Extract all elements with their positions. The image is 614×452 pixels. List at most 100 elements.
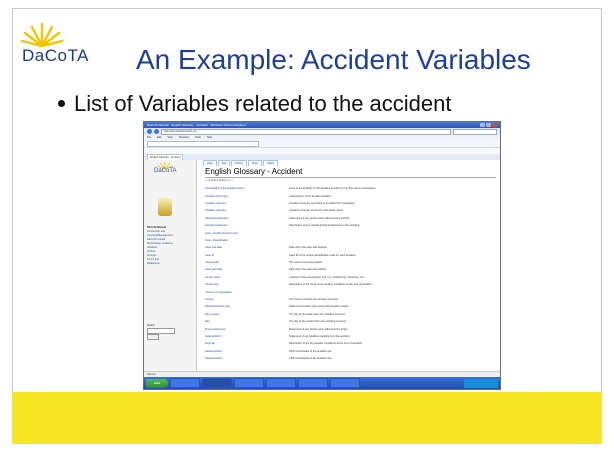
term-definition: Description of the fog weather condition… [289, 342, 362, 346]
term-definition: The day of the month when the accident o… [289, 320, 346, 324]
table-row: Area - Classification [205, 237, 496, 244]
term-definition: Determines if any drivers were influence… [289, 327, 348, 331]
term-definition: Level of accessibility to the accident l… [289, 187, 376, 191]
table-row: Day of week The day of the week when the … [205, 311, 496, 318]
site-search-button[interactable] [147, 334, 159, 340]
tab-watch[interactable]: Watch [263, 160, 279, 166]
embedded-screenshot: DaCoTA Manual - English Glossary - Accid… [143, 121, 501, 390]
title-divider [205, 177, 496, 178]
term-link[interactable]: Global position [205, 357, 289, 360]
table-row: Accident report type A description of the… [205, 192, 496, 199]
address-input[interactable]: http://www.dacota-project.eu/... [161, 128, 451, 135]
back-icon[interactable] [147, 129, 152, 134]
table-row: Centre name Location of the investigation… [205, 274, 496, 281]
nav-item[interactable]: Datasheets [147, 262, 193, 266]
tab-edit[interactable]: Edit [217, 160, 231, 166]
table-row: Case start date Date when the case was st… [205, 266, 496, 273]
table-row: Case end date Date when the case was fini… [205, 244, 496, 251]
term-link[interactable]: Global position [205, 350, 289, 353]
taskbar-item[interactable] [234, 378, 264, 388]
table-row: Case leader The name of the case leader [205, 259, 496, 266]
table-row: Country of investigation [205, 288, 496, 295]
bottom-accent-bar [12, 392, 602, 444]
taskbar-item[interactable] [330, 378, 360, 388]
system-tray [464, 378, 498, 388]
table-row: Accessibility to the accident scene Level… [205, 185, 496, 192]
term-definition: Determines if any drivers were influence… [289, 216, 349, 220]
term-link[interactable]: Accident report type [205, 195, 289, 198]
term-link[interactable]: Case leader [205, 261, 289, 264]
term-link[interactable]: Case id [205, 254, 289, 257]
menu-tools[interactable]: Tools [195, 136, 201, 139]
table-row: Accident summary Accident summary as foun… [205, 207, 496, 214]
taskbar-item[interactable] [170, 378, 200, 388]
term-definition: Date when the case was started [289, 268, 326, 272]
term-link[interactable]: Animal involvement [205, 224, 289, 227]
menu-favorites[interactable]: Favorites [179, 136, 189, 139]
term-link[interactable]: Day [205, 320, 289, 323]
term-definition: Refers the accident type using GDV accid… [289, 305, 349, 309]
menu-file[interactable]: File [147, 136, 151, 139]
term-link[interactable]: Area - Classification [205, 239, 289, 242]
term-link[interactable]: Area - Accident Environment [205, 232, 289, 235]
start-button[interactable]: start [146, 378, 168, 388]
term-definition: Date when the case was finished [289, 246, 327, 250]
page-subtitle[interactable]: << Accident (Phase 1) >> [205, 179, 233, 182]
menu-help[interactable]: Help [207, 136, 212, 139]
taskbar: start [144, 377, 500, 389]
menu-view[interactable]: View [167, 136, 172, 139]
toolbar-row [144, 140, 500, 148]
term-definition: GPS Coordinates of the accident site [289, 357, 332, 361]
sun-logo-icon [20, 22, 64, 48]
term-link[interactable]: Fatal accident [205, 335, 289, 338]
term-link[interactable]: Alcohol involvement [205, 217, 289, 220]
window-title: DaCoTA Manual - English Glossary - Accid… [147, 123, 246, 127]
minimize-icon[interactable] [480, 123, 485, 127]
table-row: Drug involvement Determines if any driver… [205, 325, 496, 332]
term-link[interactable]: Cloud cover [205, 283, 289, 286]
glossary-table: Accessibility to the accident scene Level… [205, 185, 496, 362]
term-link[interactable]: Day of week [205, 313, 289, 316]
term-link[interactable]: Centre name [205, 276, 289, 279]
term-link[interactable]: Drug involvement [205, 328, 289, 331]
term-definition: Statement of any fatalities resulting fr… [289, 335, 350, 338]
table-row: Animal involvement Description of any out… [205, 222, 496, 229]
term-link[interactable]: County [205, 298, 289, 301]
term-link[interactable]: Derived accident type [205, 305, 289, 308]
manual-icon [158, 198, 172, 216]
page-content: Page Edit History Move Watch English Glo… [197, 160, 500, 377]
taskbar-item[interactable] [298, 378, 328, 388]
table-row: Alcohol involvement Determines if any dri… [205, 215, 496, 222]
tab-history[interactable]: History [231, 160, 247, 166]
term-definition: A description of the accident location [289, 194, 332, 198]
site-search-label: Search [147, 324, 155, 327]
address-bar-row: http://www.dacota-project.eu/... [144, 128, 500, 135]
bullet-text: List of Variables related to the acciden… [74, 91, 452, 116]
page-title: English Glossary - Accident [205, 167, 303, 176]
term-link[interactable]: Accessibility to the accident scene [205, 187, 289, 190]
site-logo: DaCoTA [154, 168, 177, 174]
term-definition: Location of the investigation unit, e.g.… [289, 275, 365, 279]
menu-edit[interactable]: Edit [157, 136, 161, 139]
term-link[interactable]: Fog/mist [205, 342, 289, 345]
table-row: Global position GPS Coordinates of the ac… [205, 355, 496, 362]
term-link[interactable]: Accident summary [205, 209, 289, 212]
term-link[interactable]: Case end date [205, 246, 289, 249]
term-link[interactable]: Case start date [205, 268, 289, 271]
maximize-icon[interactable] [486, 123, 491, 127]
term-link[interactable]: Accident summary [205, 202, 289, 205]
term-definition: Description of the cloud cover weather c… [289, 283, 372, 287]
taskbar-item[interactable] [266, 378, 296, 388]
table-row: Cloud cover Description of the cloud cove… [205, 281, 496, 288]
table-row: Day The day of the month when the acciden… [205, 318, 496, 325]
close-icon[interactable] [492, 123, 497, 127]
browser-search-input[interactable] [453, 128, 497, 135]
forward-icon[interactable] [154, 129, 159, 134]
term-definition: The county of where the accident occurre… [289, 298, 339, 302]
tab-page[interactable]: Page [203, 160, 217, 166]
tab-move[interactable]: Move [247, 160, 263, 166]
term-link[interactable]: Country of investigation [205, 291, 289, 294]
taskbar-item[interactable] [202, 378, 232, 388]
toolbar-search-input[interactable] [147, 140, 259, 147]
site-nav: DaCoTA Manual Introduction and Overview/… [147, 226, 193, 266]
